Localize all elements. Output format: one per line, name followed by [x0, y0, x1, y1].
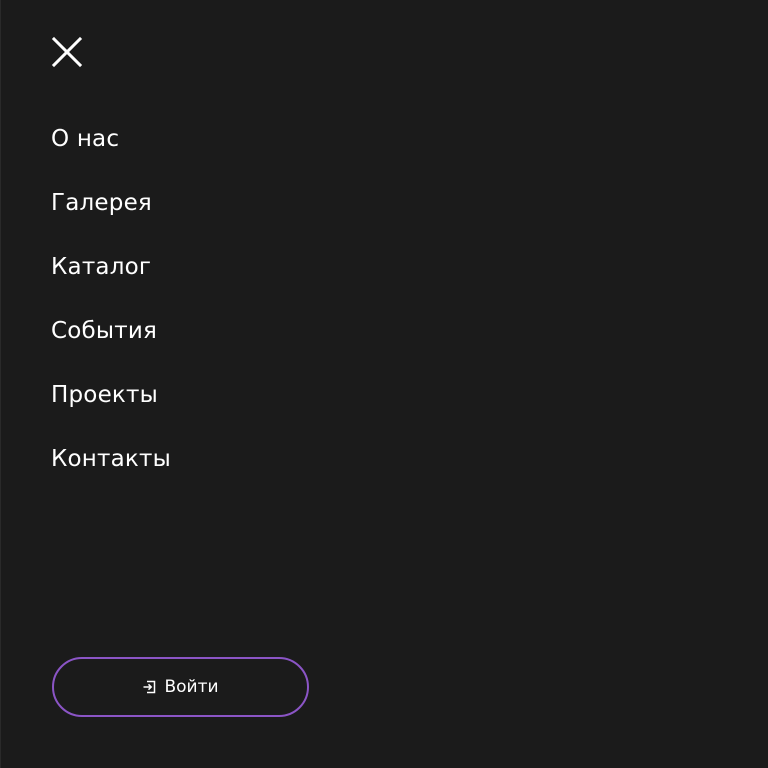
nav-item-catalog[interactable]: Каталог [51, 236, 171, 300]
nav-item-gallery[interactable]: Галерея [51, 172, 171, 236]
login-icon [143, 680, 156, 694]
nav-item-label: События [51, 317, 158, 344]
nav-item-label: Галерея [51, 189, 152, 216]
main-nav: О нас Галерея Каталог События Проекты Ко… [51, 108, 171, 492]
nav-item-label: О нас [51, 125, 120, 152]
nav-item-label: Каталог [51, 253, 152, 280]
nav-item-about[interactable]: О нас [51, 108, 171, 172]
nav-item-events[interactable]: События [51, 300, 171, 364]
nav-item-label: Контакты [51, 445, 171, 472]
login-label: Войти [164, 676, 219, 697]
close-button[interactable] [51, 36, 83, 68]
nav-item-projects[interactable]: Проекты [51, 364, 171, 428]
mobile-menu-panel: О нас Галерея Каталог События Проекты Ко… [0, 0, 768, 768]
login-button[interactable]: Войти [52, 657, 309, 717]
nav-item-label: Проекты [51, 381, 158, 408]
nav-item-contacts[interactable]: Контакты [51, 428, 171, 492]
close-icon [51, 36, 83, 68]
